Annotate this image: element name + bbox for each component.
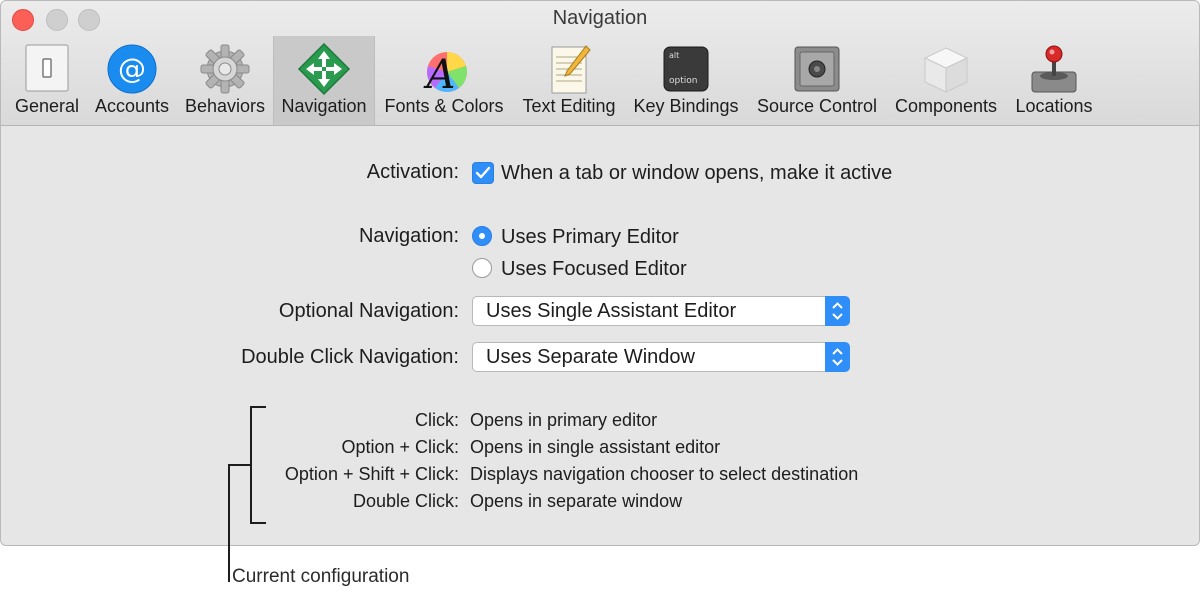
tab-label: Navigation — [281, 96, 367, 116]
popup-value: Uses Single Assistant Editor — [486, 300, 737, 322]
popup-stepper[interactable] — [825, 296, 850, 326]
legend-desc: Opens in primary editor — [470, 410, 658, 430]
font-color-wheel-icon: A — [423, 52, 467, 96]
tab-label: Components — [894, 96, 998, 116]
tab-label: Source Control — [756, 96, 878, 116]
tab-navigation[interactable]: Navigation — [273, 36, 375, 125]
tab-label: Text Editing — [522, 96, 616, 116]
tab-locations[interactable]: Locations — [1006, 36, 1102, 125]
tab-key-bindings[interactable]: alt option Key Bindings — [627, 36, 745, 125]
gear-icon — [200, 44, 250, 94]
checkmark-icon — [475, 166, 491, 179]
navigation-label: Navigation: — [358, 225, 459, 247]
tab-accounts[interactable]: @ Accounts — [89, 36, 175, 125]
notepad-pencil-icon — [551, 45, 591, 94]
radio-label-primary: Uses Primary Editor — [501, 226, 679, 248]
callout-annotation: Current configuration — [232, 566, 410, 587]
popup-stepper[interactable] — [825, 342, 850, 372]
tab-components[interactable]: Components — [888, 36, 1004, 125]
legend-key: Click: — [415, 410, 459, 430]
tab-label: Fonts & Colors — [384, 96, 504, 116]
double-click-navigation-label: Double Click Navigation: — [241, 346, 459, 368]
at-sign-icon: @ — [107, 44, 157, 94]
bracket-bottom — [250, 522, 266, 524]
cube-icon — [923, 47, 969, 93]
svg-text:A: A — [423, 52, 456, 96]
legend-desc: Opens in single assistant editor — [470, 437, 721, 457]
tab-label: Behaviors — [184, 96, 266, 116]
safe-icon — [794, 46, 840, 92]
toolbar: Navigation General @ Accounts Behaviors … — [1, 1, 1199, 126]
radio-uses-focused-editor[interactable] — [472, 258, 492, 278]
general-switch-icon — [25, 44, 69, 92]
tab-general[interactable]: General — [7, 36, 87, 125]
chevron-up-down-icon — [832, 348, 843, 366]
svg-text:option: option — [669, 76, 697, 86]
tab-source-control[interactable]: Source Control — [748, 36, 886, 125]
window-title: Navigation — [552, 7, 648, 29]
activation-option-label: When a tab or window opens, make it acti… — [501, 162, 893, 184]
joystick-drive-icon — [1031, 45, 1077, 93]
svg-text:@: @ — [118, 52, 146, 85]
tab-label: Key Bindings — [633, 96, 739, 116]
tab-text-editing[interactable]: Text Editing — [513, 36, 625, 125]
navigation-arrows-icon — [297, 42, 351, 96]
legend-key: Double Click: — [352, 491, 459, 511]
legend-desc: Displays navigation chooser to select de… — [470, 464, 859, 484]
legend-desc: Opens in separate window — [470, 491, 683, 511]
radio-label-focused: Uses Focused Editor — [501, 258, 687, 280]
radio-uses-primary-editor[interactable] — [472, 226, 492, 246]
tab-label: Accounts — [94, 96, 170, 116]
callout-leader — [228, 464, 230, 582]
optional-navigation-label: Optional Navigation: — [278, 300, 459, 322]
bracket-top — [250, 406, 266, 408]
legend-key: Option + Click: — [341, 437, 459, 457]
preferences-window: Navigation General @ Accounts Behaviors … — [0, 0, 1200, 546]
chevron-up-down-icon — [832, 302, 843, 320]
double-click-navigation-popup[interactable]: Uses Separate Window — [472, 342, 850, 372]
activation-label: Activation: — [366, 161, 459, 183]
activation-checkbox[interactable] — [472, 162, 494, 184]
tab-fonts-colors[interactable]: A Fonts & Colors — [377, 36, 511, 125]
legend-key: Option + Shift + Click: — [284, 464, 459, 484]
callout-connector — [228, 464, 252, 466]
svg-text:alt: alt — [669, 51, 679, 60]
popup-value: Uses Separate Window — [486, 346, 695, 368]
tab-behaviors[interactable]: Behaviors — [178, 36, 272, 125]
tab-label: Locations — [1015, 96, 1093, 116]
optional-navigation-popup[interactable]: Uses Single Assistant Editor — [472, 296, 850, 326]
option-key-icon: alt option — [663, 46, 709, 92]
tab-label: General — [14, 96, 80, 116]
